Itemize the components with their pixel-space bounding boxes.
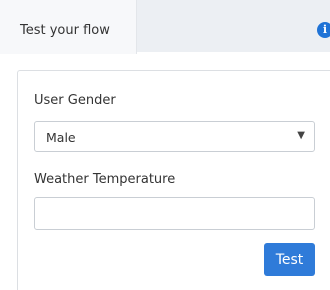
user-gender-selected-value: Male [46, 130, 76, 145]
info-icon[interactable]: i [317, 22, 330, 38]
weather-temperature-input[interactable] [34, 197, 315, 230]
tab-bar: Test your flow i [0, 0, 330, 54]
weather-temperature-label: Weather Temperature [34, 172, 176, 187]
tab-label: Test your flow [20, 23, 110, 38]
user-gender-select[interactable]: Male ▼ [34, 121, 315, 152]
test-button[interactable]: Test [264, 243, 315, 276]
info-icon-glyph: i [322, 23, 328, 36]
user-gender-label: User Gender [34, 93, 116, 108]
test-flow-panel: Test your flow i User Gender Male ▼ Weat… [0, 0, 330, 290]
test-form: User Gender Male ▼ Weather Temperature T… [17, 70, 330, 290]
tab-test-your-flow[interactable]: Test your flow [0, 0, 137, 54]
chevron-down-icon: ▼ [297, 130, 305, 141]
